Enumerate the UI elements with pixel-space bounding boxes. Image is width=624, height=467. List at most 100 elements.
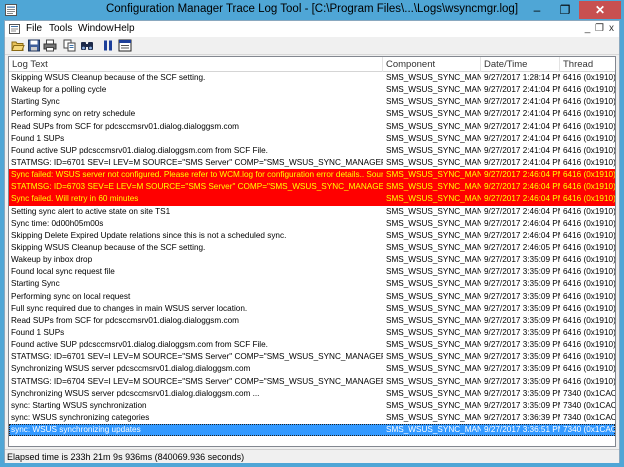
datetime-cell: 9/27/2017 2:46:04 PM	[484, 182, 560, 192]
log-row[interactable]: Read SUPs from SCF for pdcsccmsrv01.dial…	[9, 315, 615, 327]
component-cell: SMS_WSUS_SYNC_MANAG	[386, 121, 481, 131]
log-row[interactable]: Setting sync alert to active state on si…	[9, 206, 615, 218]
component-cell: SMS_WSUS_SYNC_MANAG	[386, 109, 481, 119]
log-row[interactable]: Starting Sync SMS_WSUS_SYNC_MANAG9/27/201…	[9, 278, 615, 290]
menu-window[interactable]: Window	[78, 23, 114, 34]
component-cell: SMS_WSUS_SYNC_MANAG	[386, 352, 481, 362]
datetime-cell: 9/27/2017 3:35:09 PM	[484, 279, 560, 289]
column-header-component[interactable]: Component	[383, 57, 481, 72]
log-row[interactable]: Synchronizing WSUS server pdcsccmsrv01.d…	[9, 388, 615, 400]
log-row[interactable]: sync: Starting WSUS synchronization SMS_W…	[9, 400, 615, 412]
log-row[interactable]: Starting Sync SMS_WSUS_SYNC_MANAG9/27/201…	[9, 96, 615, 108]
datetime-cell: 9/27/2017 2:41:04 PM	[484, 133, 560, 143]
datetime-cell: 9/27/2017 2:46:04 PM	[484, 230, 560, 240]
log-row[interactable]: sync: WSUS synchronizing categories SMS_W…	[9, 412, 615, 424]
thread-cell: 6416 (0x1910)	[563, 340, 616, 350]
column-header-log-text[interactable]: Log Text	[9, 57, 383, 72]
save-icon[interactable]	[27, 39, 41, 52]
log-text-cell: STATMSG: ID=6701 SEV=I LEV=M SOURCE="SMS…	[11, 157, 383, 167]
log-row[interactable]: Skipping WSUS Cleanup because of the SCF…	[9, 72, 615, 84]
thread-cell: 6416 (0x1910)	[563, 121, 616, 131]
log-text-cell: Starting Sync	[11, 97, 60, 107]
restore-button[interactable]: ❐	[551, 1, 579, 19]
component-cell: SMS_WSUS_SYNC_MANAG	[386, 327, 481, 337]
log-text-cell: sync: Starting WSUS synchronization	[11, 400, 147, 410]
menu-help[interactable]: Help	[114, 23, 135, 34]
datetime-cell: 9/27/2017 1:28:14 PM	[484, 73, 560, 82]
log-row[interactable]: Performing sync on local request SMS_WSUS…	[9, 291, 615, 303]
mdi-minimize-button[interactable]: _	[582, 23, 593, 34]
log-row[interactable]: Performing sync on retry schedule SMS_WSU…	[9, 108, 615, 120]
log-text-cell: Full sync required due to changes in mai…	[11, 303, 248, 313]
component-cell: SMS_WSUS_SYNC_MANAG	[386, 206, 481, 216]
log-row[interactable]: Full sync required due to changes in mai…	[9, 303, 615, 315]
title-bar[interactable]: Configuration Manager Trace Log Tool - […	[0, 0, 624, 20]
log-text-cell: Wakeup by inbox drop	[11, 255, 93, 265]
datetime-cell: 9/27/2017 2:46:04 PM	[484, 206, 560, 216]
thread-cell: 6416 (0x1910)	[563, 145, 616, 155]
log-text-cell: STATMSG: ID=6704 SEV=I LEV=M SOURCE="SMS…	[11, 376, 383, 386]
log-row[interactable]: Skipping WSUS Cleanup because of the SCF…	[9, 242, 615, 254]
log-row[interactable]: Sync failed. Will retry in 60 minutes SMS…	[9, 193, 615, 206]
datetime-cell: 9/27/2017 2:41:04 PM	[484, 145, 560, 155]
thread-cell: 6416 (0x1910)	[563, 242, 616, 252]
component-cell: SMS_WSUS_SYNC_MANAG	[386, 376, 481, 386]
document-icon[interactable]	[9, 24, 20, 34]
component-cell: SMS_WSUS_SYNC_MANAG	[386, 279, 481, 289]
component-cell: SMS_WSUS_SYNC_MANAG	[386, 194, 481, 204]
datetime-cell: 9/27/2017 3:35:09 PM	[484, 255, 560, 265]
datetime-cell: 9/27/2017 3:35:09 PM	[484, 376, 560, 386]
log-row[interactable]: STATMSG: ID=6704 SEV=I LEV=M SOURCE="SMS…	[9, 376, 615, 388]
log-row[interactable]: Found active SUP pdcsccmsrv01.dialog.dia…	[9, 145, 615, 157]
close-button[interactable]: ✕	[579, 1, 621, 19]
open-icon[interactable]	[11, 39, 25, 52]
thread-cell: 6416 (0x1910)	[563, 133, 616, 143]
log-text-cell: Found 1 SUPs	[11, 133, 65, 143]
log-row[interactable]: Synchronizing WSUS server pdcsccmsrv01.d…	[9, 363, 615, 375]
log-text-cell: Sync failed: WSUS server not configured.…	[11, 170, 383, 180]
log-row[interactable]: Found active SUP pdcsccmsrv01.dialog.dia…	[9, 339, 615, 351]
log-row[interactable]: sync: WSUS synchronizing updates SMS_WSUS…	[9, 424, 615, 437]
log-row[interactable]: Found local sync request file SMS_WSUS_SY…	[9, 266, 615, 278]
minimize-button[interactable]: –	[523, 1, 551, 19]
component-cell: SMS_WSUS_SYNC_MANAG	[386, 303, 481, 313]
log-row[interactable]: Wakeup for a polling cycle SMS_WSUS_SYNC_…	[9, 84, 615, 96]
pause-icon[interactable]	[101, 39, 115, 52]
list-header: Log Text Component Date/Time Thread	[9, 57, 615, 72]
log-row[interactable]: STATMSG: ID=6703 SEV=E LEV=M SOURCE="SMS…	[9, 181, 615, 194]
thread-cell: 6416 (0x1910)	[563, 230, 616, 240]
print-icon[interactable]	[43, 39, 57, 52]
mdi-close-button[interactable]: x	[606, 23, 617, 34]
log-row[interactable]: Read SUPs from SCF for pdcsccmsrv01.dial…	[9, 121, 615, 133]
log-row[interactable]: Skipping Delete Expired Update relations…	[9, 230, 615, 242]
log-row[interactable]: Wakeup by inbox drop SMS_WSUS_SYNC_MANAG9…	[9, 254, 615, 266]
component-cell: SMS_WSUS_SYNC_MANAG	[386, 85, 481, 95]
find-icon[interactable]	[80, 39, 94, 52]
column-header-datetime[interactable]: Date/Time	[481, 57, 560, 72]
log-row[interactable]: STATMSG: ID=6701 SEV=I LEV=M SOURCE="SMS…	[9, 351, 615, 363]
datetime-cell: 9/27/2017 2:41:04 PM	[484, 157, 560, 167]
log-row[interactable]: Sync time: 0d00h05m00s SMS_WSUS_SYNC_MANA…	[9, 218, 615, 230]
log-row[interactable]: Sync failed: WSUS server not configured.…	[9, 169, 616, 182]
log-text-cell: Synchronizing WSUS server pdcsccmsrv01.d…	[11, 364, 251, 374]
toolbar	[5, 37, 619, 55]
menu-file[interactable]: File	[26, 23, 42, 34]
thread-cell: 6416 (0x1910)	[563, 364, 616, 374]
error-lookup-icon[interactable]	[118, 39, 132, 52]
log-text-cell: STATMSG: ID=6701 SEV=I LEV=M SOURCE="SMS…	[11, 352, 383, 362]
thread-cell: 6416 (0x1910)	[563, 170, 616, 180]
log-text-cell: Found active SUP pdcsccmsrv01.dialog.dia…	[11, 145, 268, 155]
log-row[interactable]: Found 1 SUPs SMS_WSUS_SYNC_MANAG9/27/2017…	[9, 133, 615, 145]
log-list[interactable]: Log Text Component Date/Time Thread Skip…	[8, 56, 616, 447]
thread-cell: 6416 (0x1910)	[563, 291, 616, 301]
thread-cell: 7340 (0x1CAC)	[563, 412, 616, 422]
component-cell: SMS_WSUS_SYNC_MANAG	[386, 97, 481, 107]
copy-icon[interactable]	[63, 39, 77, 52]
datetime-cell: 9/27/2017 2:41:04 PM	[484, 109, 560, 119]
log-row[interactable]: STATMSG: ID=6701 SEV=I LEV=M SOURCE="SMS…	[9, 157, 615, 169]
log-row[interactable]: Found 1 SUPs SMS_WSUS_SYNC_MANAG9/27/2017…	[9, 327, 615, 339]
mdi-restore-button[interactable]: ❐	[594, 23, 605, 34]
column-header-thread[interactable]: Thread	[560, 57, 615, 72]
menu-tools[interactable]: Tools	[49, 23, 72, 34]
log-rows: Skipping WSUS Cleanup because of the SCF…	[9, 72, 616, 437]
